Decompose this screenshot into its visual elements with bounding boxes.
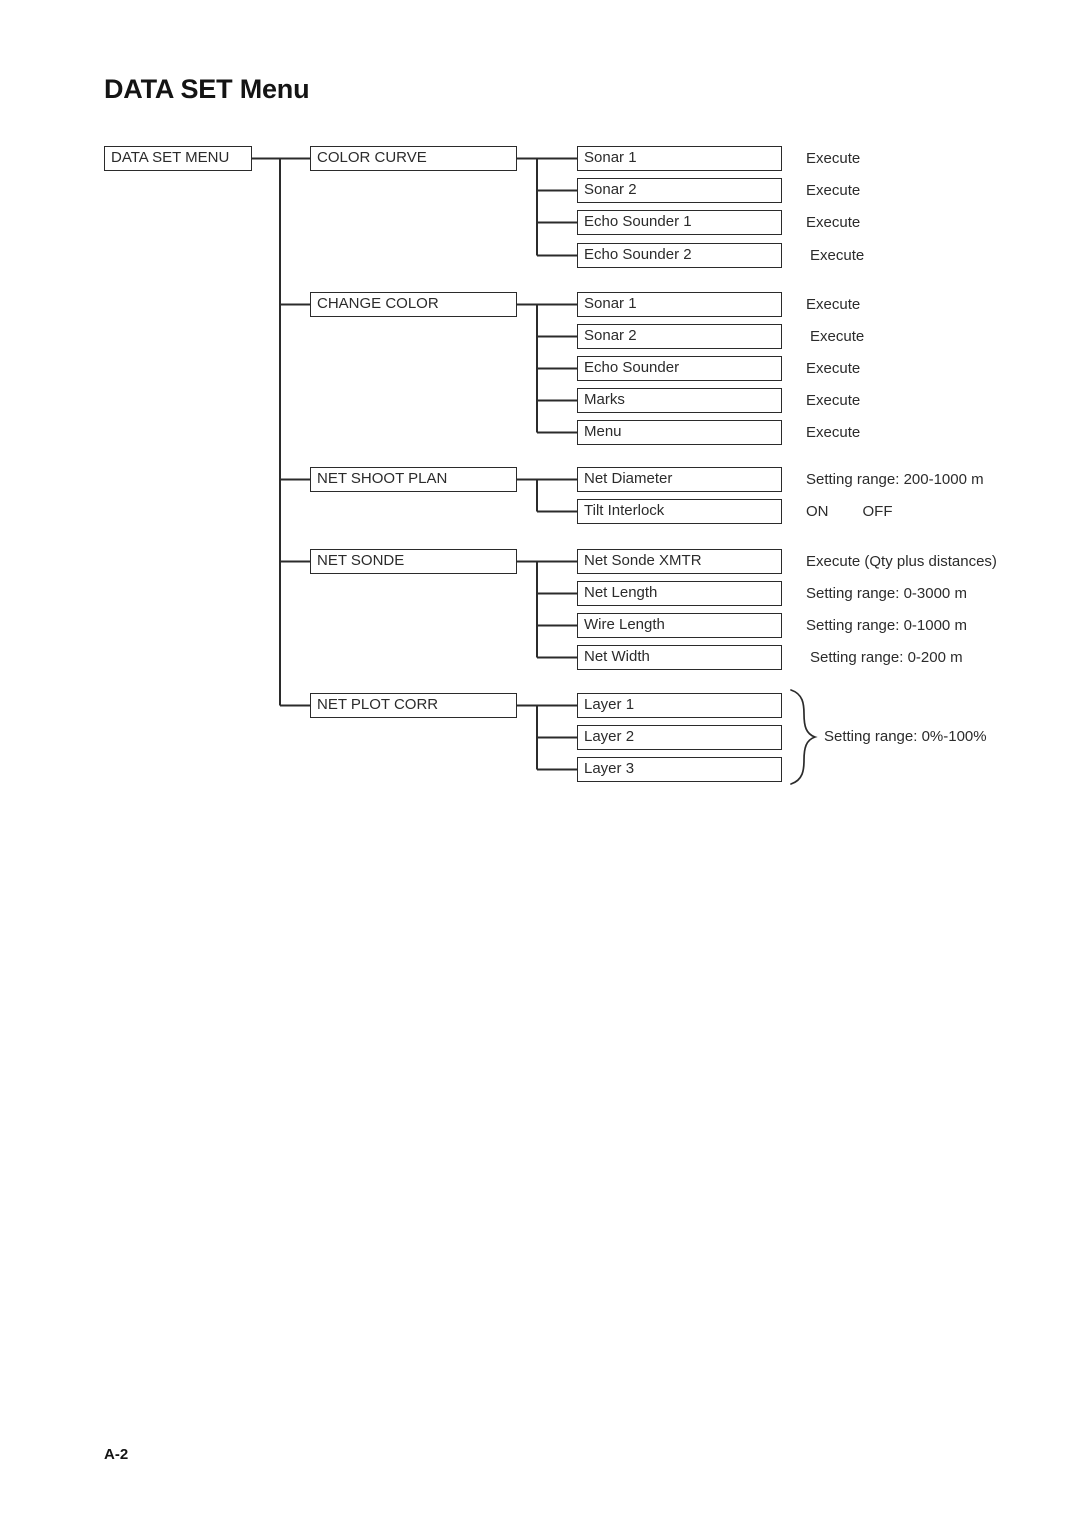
node-label: CHANGE COLOR <box>317 295 439 312</box>
node-label: COLOR CURVE <box>317 149 427 166</box>
tilt-interlock-on-label[interactable]: ON <box>806 503 829 520</box>
node-tilt-interlock[interactable]: Tilt Interlock <box>577 499 782 524</box>
node-label: DATA SET MENU <box>111 149 230 166</box>
connector-lines <box>252 157 818 785</box>
node-label: Echo Sounder 1 <box>584 213 692 230</box>
node-label: NET SHOOT PLAN <box>317 470 448 487</box>
node-change-color[interactable]: CHANGE COLOR <box>310 292 517 317</box>
note-net-length: Setting range: 0-3000 m <box>806 585 967 602</box>
note-color-curve-sonar-1: Execute <box>806 150 861 167</box>
node-change-color-sonar-1[interactable]: Sonar 1 <box>577 292 782 317</box>
node-data-set-menu[interactable]: DATA SET MENU <box>104 146 252 171</box>
node-change-color-marks[interactable]: Marks <box>577 388 782 413</box>
note-net-width: Setting range: 0-200 m <box>810 649 963 666</box>
node-label: Menu <box>584 423 622 440</box>
node-color-curve-sonar-1[interactable]: Sonar 1 <box>577 146 782 171</box>
note-color-curve-echo-sounder-1: Execute <box>806 214 861 231</box>
note-change-color-echo-sounder: Execute <box>806 360 861 377</box>
node-layer-1[interactable]: Layer 1 <box>577 693 782 718</box>
node-color-curve-echo-sounder-2[interactable]: Echo Sounder 2 <box>577 243 782 268</box>
node-label: Sonar 2 <box>584 181 637 198</box>
node-net-length[interactable]: Net Length <box>577 581 782 606</box>
note-net-sonde-xmtr: Execute (Qty plus distances) <box>806 553 997 570</box>
note-color-curve-echo-sounder-2: Execute <box>810 247 865 264</box>
node-net-plot-corr[interactable]: NET PLOT CORR <box>310 693 517 718</box>
menu-tree-diagram: DATA SET MENU COLOR CURVE CHANGE COLOR N… <box>0 0 1080 820</box>
node-net-shoot-plan[interactable]: NET SHOOT PLAN <box>310 467 517 492</box>
node-layer-3[interactable]: Layer 3 <box>577 757 782 782</box>
node-label: Echo Sounder 2 <box>584 246 692 263</box>
node-label: Layer 2 <box>584 728 635 745</box>
note-change-color-sonar-2: Execute <box>810 328 865 345</box>
page-number: A-2 <box>104 1446 129 1463</box>
node-label: Net Length <box>584 584 658 601</box>
node-net-width[interactable]: Net Width <box>577 645 782 670</box>
note-net-plot-corr-range: Setting range: 0%-100% <box>824 728 987 745</box>
page-canvas: DATA SET Menu DATA SET MENU COLOR CURVE … <box>0 0 1080 1526</box>
node-label: NET SONDE <box>317 552 405 569</box>
node-color-curve-echo-sounder-1[interactable]: Echo Sounder 1 <box>577 210 782 235</box>
node-net-diameter[interactable]: Net Diameter <box>577 467 782 492</box>
note-tilt-interlock: ON OFF <box>806 499 893 524</box>
node-label: Sonar 1 <box>584 295 637 312</box>
node-change-color-echo-sounder[interactable]: Echo Sounder <box>577 356 782 381</box>
note-change-color-menu: Execute <box>806 424 861 441</box>
tilt-interlock-off-label[interactable]: OFF <box>863 503 893 520</box>
node-label: Layer 1 <box>584 696 635 713</box>
node-label: Net Diameter <box>584 470 673 487</box>
note-net-diameter: Setting range: 200-1000 m <box>806 471 984 488</box>
node-label: Tilt Interlock <box>584 502 665 519</box>
node-label: Net Sonde XMTR <box>584 552 702 569</box>
node-net-sonde[interactable]: NET SONDE <box>310 549 517 574</box>
node-label: Echo Sounder <box>584 359 680 376</box>
node-label: Sonar 1 <box>584 149 637 166</box>
node-net-sonde-xmtr[interactable]: Net Sonde XMTR <box>577 549 782 574</box>
brace-icon <box>790 689 818 785</box>
node-label: Layer 3 <box>584 760 635 777</box>
node-color-curve[interactable]: COLOR CURVE <box>310 146 517 171</box>
note-color-curve-sonar-2: Execute <box>806 182 861 199</box>
node-label: Sonar 2 <box>584 327 637 344</box>
node-label: Wire Length <box>584 616 665 633</box>
node-change-color-menu[interactable]: Menu <box>577 420 782 445</box>
note-change-color-marks: Execute <box>806 392 861 409</box>
node-change-color-sonar-2[interactable]: Sonar 2 <box>577 324 782 349</box>
node-label: NET PLOT CORR <box>317 696 439 713</box>
node-wire-length[interactable]: Wire Length <box>577 613 782 638</box>
note-wire-length: Setting range: 0-1000 m <box>806 617 967 634</box>
node-color-curve-sonar-2[interactable]: Sonar 2 <box>577 178 782 203</box>
note-change-color-sonar-1: Execute <box>806 296 861 313</box>
node-label: Net Width <box>584 648 650 665</box>
node-label: Marks <box>584 391 625 408</box>
node-layer-2[interactable]: Layer 2 <box>577 725 782 750</box>
